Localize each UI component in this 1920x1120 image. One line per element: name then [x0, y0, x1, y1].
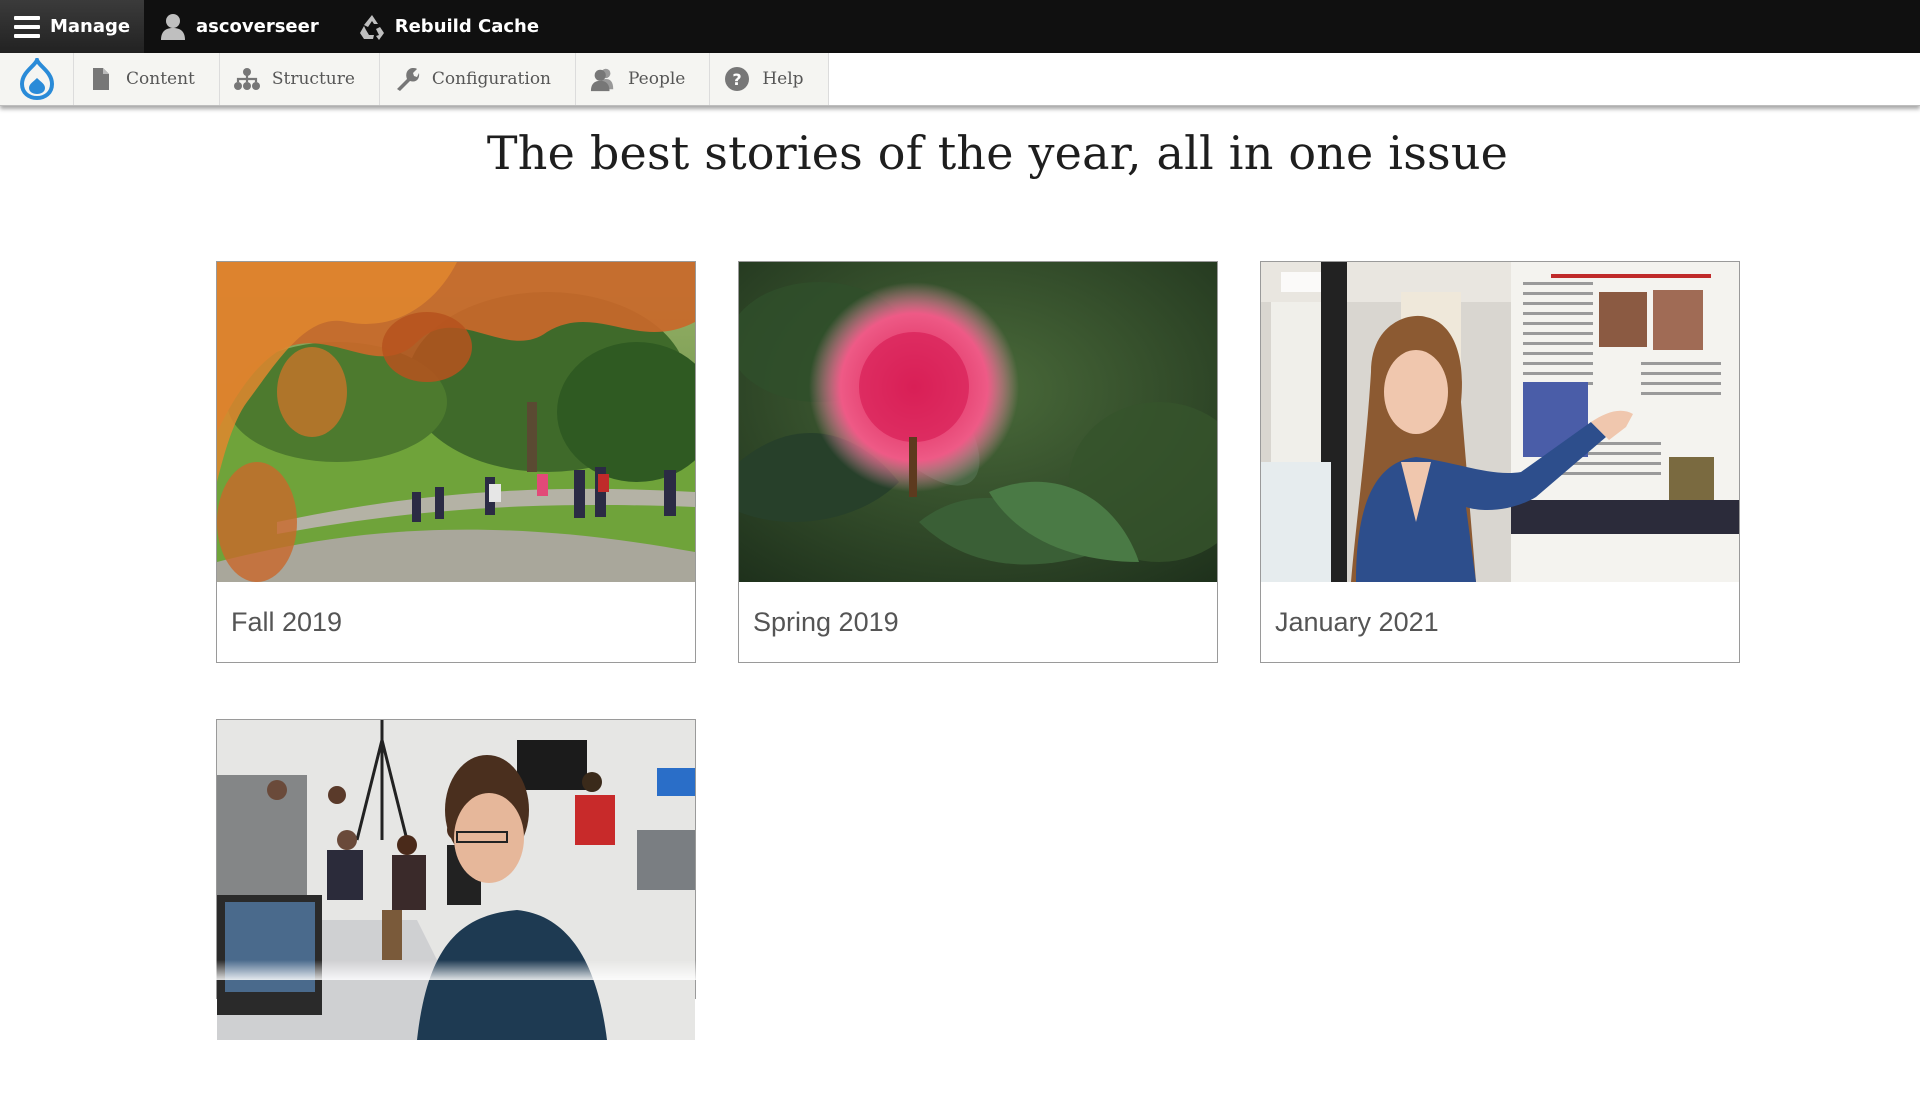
- issue-card-january-2021[interactable]: January 2021: [1260, 261, 1740, 663]
- sitemap-icon: [233, 66, 260, 92]
- help-icon: ?: [724, 66, 750, 92]
- issue-card-spring-2019[interactable]: Spring 2019: [738, 261, 1218, 663]
- tray-item-content[interactable]: Content: [74, 53, 220, 105]
- user-label: ascoverseer: [196, 16, 319, 37]
- tray-item-help[interactable]: ? Help: [710, 53, 829, 105]
- issue-caption: January 2021: [1275, 606, 1439, 637]
- hamburger-icon: [12, 12, 42, 42]
- svg-text:?: ?: [733, 70, 742, 89]
- issue-card-4[interactable]: [216, 719, 696, 1040]
- rebuild-cache-button[interactable]: Rebuild Cache: [337, 0, 559, 53]
- wrench-icon: [394, 66, 420, 92]
- recycle-icon: [357, 12, 387, 42]
- user-icon: [158, 12, 188, 42]
- manage-label: Manage: [50, 16, 131, 37]
- tray-item-label: Content: [126, 69, 195, 89]
- user-account-button[interactable]: ascoverseer: [144, 0, 337, 53]
- tray-item-label: People: [628, 69, 686, 89]
- admin-toolbar: Manage ascoverseer Rebuild Cache: [0, 0, 1920, 53]
- drupal-logo-icon: [19, 58, 54, 100]
- manage-button[interactable]: Manage: [0, 0, 144, 53]
- rebuild-cache-label: Rebuild Cache: [394, 16, 540, 37]
- drupal-home-link[interactable]: [0, 53, 74, 105]
- tray-item-configuration[interactable]: Configuration: [379, 53, 576, 105]
- issue-cover-image: [217, 262, 695, 582]
- issue-card-fall-2019[interactable]: Fall 2019: [216, 261, 696, 663]
- tray-item-label: Structure: [271, 69, 355, 89]
- issue-cover-image: [739, 262, 1217, 582]
- people-icon: [590, 66, 616, 92]
- issue-caption: Fall 2019: [231, 606, 343, 637]
- issue-caption: Spring 2019: [753, 606, 899, 637]
- issue-cover-image: [217, 720, 695, 1040]
- issue-cover-image: [1261, 262, 1739, 582]
- tray-item-structure[interactable]: Structure: [219, 53, 380, 105]
- tray-item-people[interactable]: People: [576, 53, 711, 105]
- tray-item-label: Help: [762, 69, 804, 89]
- page-title: The best stories of the year, all in one…: [486, 126, 1509, 180]
- file-icon: [88, 66, 114, 92]
- admin-tray: Content Structure Configuration People ?…: [0, 53, 1920, 106]
- issue-caption: [217, 1040, 695, 1120]
- tray-item-label: Configuration: [431, 69, 551, 89]
